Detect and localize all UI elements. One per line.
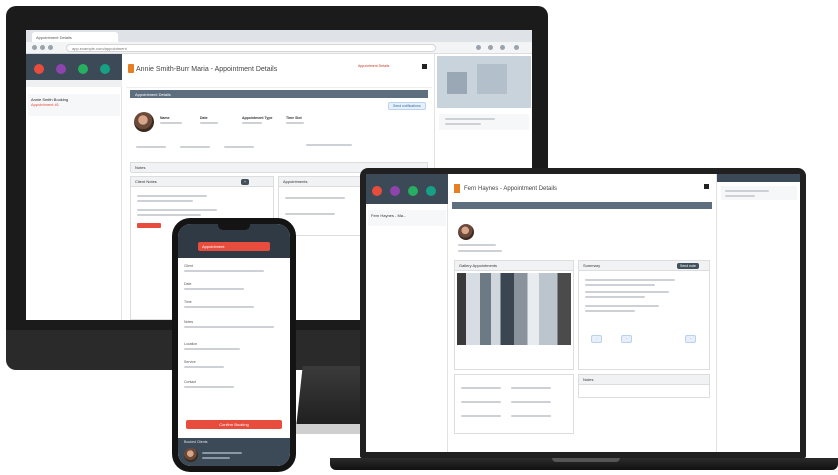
- smartphone: Appointment Client Date Time Notes Locat…: [172, 218, 296, 472]
- confirm-booking-button[interactable]: Confirm Booking: [186, 420, 282, 429]
- calendar-icon[interactable]: [34, 64, 44, 74]
- sidebar-item-subtitle: Appointment #1: [31, 102, 60, 107]
- menu-icon[interactable]: [514, 45, 519, 50]
- avatar: [134, 112, 154, 132]
- notes-heading: Notes: [579, 375, 709, 385]
- list-item[interactable]: [721, 186, 797, 200]
- sidebar-item-appointment[interactable]: Annie Smith Booking Appointment #1: [28, 94, 120, 116]
- browser-tab-bar: Appointment Details: [26, 30, 532, 42]
- option-button[interactable]: ·: [591, 335, 603, 343]
- calendar-icon[interactable]: [372, 186, 382, 196]
- option-button[interactable]: ·: [621, 335, 633, 343]
- detail-line: [224, 146, 254, 148]
- phone-row: Notes: [184, 320, 194, 324]
- detail-line: [180, 146, 210, 148]
- field-type-value: [242, 122, 262, 124]
- phone-notch: [218, 224, 250, 230]
- extension-icon[interactable]: [476, 45, 481, 50]
- photo-heading: Gallery Appointments: [455, 261, 573, 271]
- doc-icon: [454, 184, 460, 193]
- phone-row: Service: [184, 360, 196, 364]
- page-header: Annie Smith-Burr Maria - Appointment Det…: [126, 54, 432, 88]
- field-date-label: Date: [200, 116, 208, 120]
- map-thumbnail[interactable]: [437, 56, 531, 108]
- detail-line: [306, 144, 352, 146]
- browser-address-bar: app.example.com/appointment: [26, 42, 532, 54]
- reload-icon[interactable]: [48, 45, 53, 50]
- laptop-right-panel: [716, 174, 800, 452]
- send-note-button[interactable]: Send note: [677, 263, 699, 269]
- photo-panel: Gallery Appointments: [454, 260, 574, 370]
- note-line: [137, 195, 207, 197]
- doc-icon: [128, 64, 134, 73]
- appointment-photo[interactable]: [457, 273, 571, 345]
- phone-row: Location: [184, 342, 198, 346]
- laptop-sidebar-header: [366, 174, 448, 204]
- settings-icon[interactable]: [426, 186, 436, 196]
- users-icon[interactable]: [390, 186, 400, 196]
- laptop-section-bar: [452, 202, 712, 209]
- right-panel-header: [717, 174, 800, 182]
- phone-footer: Booked Clients: [178, 438, 290, 466]
- phone-footer-label: Booked Clients: [184, 440, 208, 444]
- laptop-page-title: Fern Haynes - Appointment Details: [464, 186, 558, 192]
- appointment-line: [285, 197, 345, 199]
- back-icon[interactable]: [32, 45, 37, 50]
- note-line: [137, 214, 201, 216]
- check-icon[interactable]: [78, 64, 88, 74]
- sidebar-tabs[interactable]: [26, 80, 122, 87]
- section-bar: Appointment Details: [130, 90, 428, 98]
- status-badge: [137, 223, 161, 228]
- laptop-main: Fern Haynes - Appointment Details Galler…: [450, 174, 714, 452]
- settings-icon[interactable]: [100, 64, 110, 74]
- field-slot-label: Time Slot: [286, 116, 302, 120]
- bookmark-icon[interactable]: [488, 45, 493, 50]
- check-icon[interactable]: [408, 186, 418, 196]
- url-field[interactable]: app.example.com/appointment: [66, 44, 436, 52]
- phone-row: Date: [184, 282, 192, 286]
- note-line: [137, 200, 193, 202]
- close-icon[interactable]: [704, 184, 709, 189]
- option-button[interactable]: ·: [685, 335, 697, 343]
- notify-button[interactable]: Send notifications: [388, 102, 426, 110]
- summary-panel: Summary Send note · · ·: [578, 260, 710, 370]
- phone-screen: Appointment Client Date Time Notes Locat…: [178, 224, 290, 466]
- field-slot-value: [286, 122, 304, 124]
- appointment-line: [285, 213, 335, 215]
- field-name-value: [160, 122, 182, 124]
- phone-row: Time: [184, 300, 192, 304]
- list-panel: [454, 374, 574, 434]
- field-name-label: Name: [160, 116, 170, 120]
- close-icon[interactable]: [422, 64, 427, 69]
- avatar: [184, 448, 198, 462]
- status-text: Appointment Details: [358, 64, 390, 68]
- detail-line: [458, 250, 502, 252]
- sidebar-header: [26, 54, 122, 80]
- phone-row: Contact: [184, 380, 197, 384]
- users-icon[interactable]: [56, 64, 66, 74]
- phone-row: Client: [184, 264, 193, 268]
- page-title: Annie Smith-Burr Maria - Appointment Det…: [136, 66, 278, 73]
- laptop: Fern Haynes - Ma... Fern Haynes - Appoin…: [360, 168, 806, 458]
- add-note-button[interactable]: +: [241, 179, 250, 185]
- app-sidebar: Annie Smith Booking Appointment #1: [26, 54, 122, 320]
- laptop-sidebar: Fern Haynes - Ma...: [366, 174, 448, 452]
- forward-icon[interactable]: [40, 45, 45, 50]
- phone-header-title[interactable]: Appointment: [198, 242, 270, 251]
- avatar: [458, 224, 474, 240]
- laptop-screen: Fern Haynes - Ma... Fern Haynes - Appoin…: [366, 174, 800, 452]
- laptop-hinge-notch: [552, 458, 620, 462]
- field-type-label: Appointment Type: [242, 116, 273, 120]
- field-date-value: [200, 122, 218, 124]
- client-notes-heading: Client Notes: [131, 177, 273, 187]
- notes-panel: Notes: [578, 374, 710, 398]
- list-item[interactable]: [439, 114, 529, 130]
- laptop-sidebar-item[interactable]: Fern Haynes - Ma...: [368, 210, 446, 226]
- browser-tab[interactable]: Appointment Details: [32, 32, 118, 42]
- detail-line: [458, 244, 496, 246]
- detail-line: [136, 146, 166, 148]
- note-line: [137, 209, 217, 211]
- profile-icon[interactable]: [500, 45, 505, 50]
